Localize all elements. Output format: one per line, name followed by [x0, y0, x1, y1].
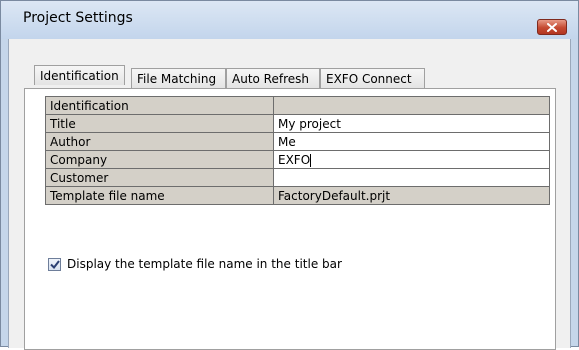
tab-auto-refresh-label: Auto Refresh: [232, 72, 309, 86]
table-row: Author Me: [45, 132, 550, 151]
checkmark-icon: [49, 259, 60, 269]
tab-auto-refresh[interactable]: Auto Refresh: [226, 68, 320, 88]
table-row: Company EXFO: [45, 150, 550, 169]
table-row: Title My project: [45, 114, 550, 133]
property-label: Template file name: [45, 186, 274, 205]
close-icon: [547, 22, 557, 32]
display-template-checkbox[interactable]: [48, 257, 61, 271]
company-field[interactable]: EXFO: [273, 150, 550, 169]
text-caret: [310, 153, 312, 167]
property-label: Title: [45, 114, 274, 133]
company-field-text: EXFO: [278, 152, 311, 167]
display-template-option[interactable]: Display the template file name in the ti…: [48, 257, 342, 271]
title-bar[interactable]: Project Settings: [1, 1, 578, 39]
property-value: [273, 96, 550, 115]
template-file-name-value: FactoryDefault.prjt: [273, 186, 550, 205]
property-label: Author: [45, 132, 274, 151]
property-label: Company: [45, 150, 274, 169]
table-row: Customer: [45, 168, 550, 187]
customer-field[interactable]: [273, 168, 550, 187]
title-field[interactable]: My project: [273, 114, 550, 133]
property-label: Customer: [45, 168, 274, 187]
tab-identification-label: Identification: [40, 69, 119, 83]
tab-file-matching-label: File Matching: [137, 72, 217, 86]
identification-property-grid: Identification Title My project Author M…: [45, 96, 550, 205]
author-field[interactable]: Me: [273, 132, 550, 151]
window-title: Project Settings: [23, 10, 133, 26]
tab-exfo-connect-label: EXFO Connect: [326, 72, 412, 86]
close-button[interactable]: [537, 19, 567, 35]
tab-file-matching[interactable]: File Matching: [131, 68, 226, 88]
display-template-label: Display the template file name in the ti…: [67, 257, 342, 271]
tab-identification[interactable]: Identification: [34, 65, 125, 85]
property-label: Identification: [45, 96, 274, 115]
table-row: Template file name FactoryDefault.prjt: [45, 186, 550, 205]
tab-exfo-connect[interactable]: EXFO Connect: [320, 68, 425, 88]
table-row: Identification: [45, 96, 550, 115]
